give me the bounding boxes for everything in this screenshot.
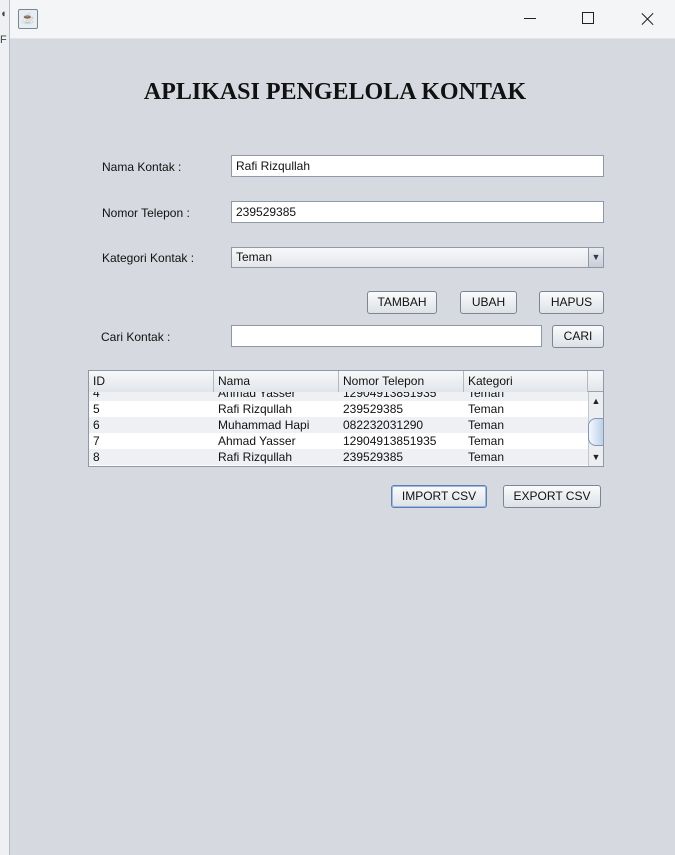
column-header-nama[interactable]: Nama	[214, 371, 339, 392]
table-row[interactable]: 7 Ahmad Yasser 12904913851935 Teman	[89, 433, 588, 449]
cell-nama: Rafi Rizqullah	[218, 402, 293, 416]
table-row[interactable]: 8 Rafi Rizqullah 239529385 Teman	[89, 449, 588, 465]
java-cup-icon: ☕	[18, 9, 38, 29]
scrollbar-thumb[interactable]	[588, 418, 603, 446]
cari-kontak-label: Cari Kontak :	[101, 330, 171, 344]
cell-kategori: Teman	[468, 392, 505, 400]
kategori-kontak-select[interactable]: Teman ▼	[231, 247, 604, 268]
cell-nomor-telepon: 239529385	[343, 402, 404, 416]
table-row[interactable]: 6 Muhammad Hapi 082232031290 Teman	[89, 417, 588, 433]
column-header-id[interactable]: ID	[89, 371, 214, 392]
cell-nama: Rafi Rizqullah	[218, 450, 293, 464]
table-body: 4 Ahmad Yasser 12904913851935 Teman 5 Ra…	[89, 392, 588, 466]
cell-kategori: Teman	[468, 434, 505, 448]
nama-kontak-label: Nama Kontak :	[102, 160, 182, 174]
page-title: APLIKASI PENGELOLA KONTAK	[143, 79, 527, 105]
background-icon: ◖	[0, 8, 7, 20]
scroll-up-arrow-icon[interactable]: ▲	[589, 394, 603, 408]
minimize-button[interactable]	[507, 0, 553, 38]
cell-nomor-telepon: 082232031290	[343, 418, 424, 432]
maximize-icon	[582, 12, 594, 24]
cell-id: 8	[93, 450, 100, 464]
cell-id: 6	[93, 418, 100, 432]
cell-id: 5	[93, 402, 100, 416]
cell-id: 7	[93, 434, 100, 448]
dropdown-arrow-icon[interactable]: ▼	[588, 248, 603, 267]
nomor-telepon-label: Nomor Telepon :	[102, 206, 190, 220]
ubah-button[interactable]: UBAH	[460, 291, 517, 314]
cari-kontak-field[interactable]	[231, 325, 542, 347]
table-header-corner	[588, 371, 603, 392]
kategori-kontak-label: Kategori Kontak :	[102, 251, 195, 265]
column-header-nomor-telepon[interactable]: Nomor Telepon	[339, 371, 464, 392]
export-csv-button[interactable]: EXPORT CSV	[503, 485, 601, 508]
nama-kontak-field[interactable]: Rafi Rizqullah	[231, 155, 604, 177]
table-row[interactable]: 5 Rafi Rizqullah 239529385 Teman	[89, 401, 588, 417]
cell-nomor-telepon: 239529385	[343, 450, 404, 464]
cell-nama: Ahmad Yasser	[218, 434, 296, 448]
title-bar: ☕	[10, 0, 675, 39]
tambah-button[interactable]: TAMBAH	[367, 291, 437, 314]
minimize-icon	[524, 18, 536, 19]
cell-id: 4	[93, 392, 100, 400]
maximize-button[interactable]	[565, 0, 611, 38]
background-menu-letter: F	[0, 34, 7, 46]
table-row[interactable]: 4 Ahmad Yasser 12904913851935 Teman	[89, 392, 588, 401]
scroll-down-arrow-icon[interactable]: ▼	[589, 450, 603, 464]
table-header: ID Nama Nomor Telepon Kategori	[89, 371, 588, 393]
cell-nama: Ahmad Yasser	[218, 392, 296, 400]
close-button[interactable]	[624, 0, 670, 38]
table-scrollbar[interactable]: ▲ ▼	[588, 392, 603, 466]
contacts-table: ID Nama Nomor Telepon Kategori 4 Ahmad Y…	[88, 370, 604, 467]
kategori-selected-value: Teman	[236, 250, 273, 264]
nomor-telepon-field[interactable]: 239529385	[231, 201, 604, 223]
hapus-button[interactable]: HAPUS	[539, 291, 604, 314]
cell-nomor-telepon: 12904913851935	[343, 434, 437, 448]
cell-nama: Muhammad Hapi	[218, 418, 310, 432]
column-header-kategori[interactable]: Kategori	[464, 371, 588, 392]
app-window: ☕ APLIKASI PENGELOLA KONTAK Nama Kontak …	[9, 0, 675, 855]
cell-nomor-telepon: 12904913851935	[343, 392, 437, 400]
cell-kategori: Teman	[468, 402, 505, 416]
cell-kategori: Teman	[468, 450, 505, 464]
cell-kategori: Teman	[468, 418, 505, 432]
import-csv-button[interactable]: IMPORT CSV	[391, 485, 487, 508]
cari-button[interactable]: CARI	[552, 325, 604, 348]
